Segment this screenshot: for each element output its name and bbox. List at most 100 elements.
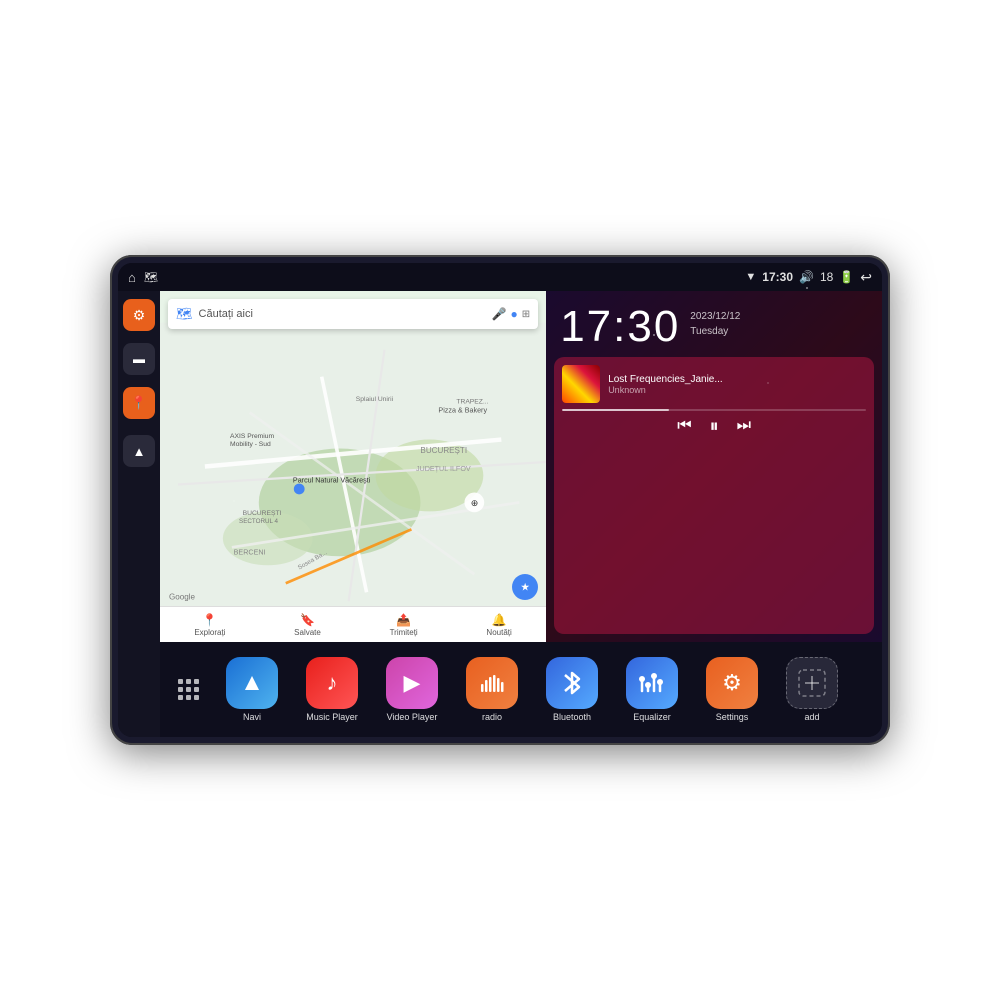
svg-text:Mobility - Sud: Mobility - Sud <box>230 441 271 448</box>
mic-icon[interactable]: 🎤 <box>492 307 507 321</box>
folder-icon: ▬ <box>133 352 145 366</box>
radio-label: radio <box>482 712 502 722</box>
map-send-btn[interactable]: 📤 Trimiteți <box>390 613 418 637</box>
bluetooth-icon <box>546 657 598 709</box>
dot <box>178 695 183 700</box>
sidebar-settings-btn[interactable]: ⚙ <box>123 299 155 331</box>
svg-text:Google: Google <box>169 592 196 601</box>
sidebar-maps-btn[interactable]: 📍 <box>123 387 155 419</box>
pause-btn[interactable]: ⏸ <box>710 417 719 435</box>
map-news-btn[interactable]: 🔔 Noutăți <box>486 613 511 637</box>
music-controls: ⏮ ⏸ ⏭ <box>562 417 866 435</box>
sidebar-folder-btn[interactable]: ▬ <box>123 343 155 375</box>
map-location-btn[interactable]: ★ <box>512 574 538 600</box>
dot <box>178 687 183 692</box>
app-settings[interactable]: ⚙ Settings <box>694 657 770 722</box>
svg-text:BUCUREȘTI: BUCUREȘTI <box>243 510 282 517</box>
clock-section: 17:30 2023/12/12 Tuesday <box>546 291 882 357</box>
dot <box>194 695 199 700</box>
settings-symbol: ⚙ <box>722 670 742 696</box>
top-section: BUCUREȘTI JUDEȚUL ILFOV BERCENI BUCUREȘT… <box>160 291 882 642</box>
dot <box>186 695 191 700</box>
back-icon[interactable]: ↩ <box>860 269 872 286</box>
svg-text:AXIS Premium: AXIS Premium <box>230 433 274 440</box>
map-search-text[interactable]: Căutați aici <box>199 308 486 320</box>
map-explore-btn[interactable]: 📍 Explorați <box>194 613 225 637</box>
next-track-btn[interactable]: ⏭ <box>737 418 751 434</box>
music-progress-bar[interactable] <box>562 409 866 411</box>
navi-side-icon: ▲ <box>133 444 146 459</box>
bluetooth-label: Bluetooth <box>553 712 591 722</box>
equalizer-icon <box>626 657 678 709</box>
news-icon: 🔔 <box>492 613 507 627</box>
video-player-icon: ▶ <box>386 657 438 709</box>
app-equalizer[interactable]: Equalizer <box>614 657 690 722</box>
home-icon[interactable]: ⌂ <box>128 270 136 285</box>
svg-text:Parcul Natural Văcărești: Parcul Natural Văcărești <box>293 477 371 485</box>
music-section: Lost Frequencies_Janie... Unknown ⏮ ⏸ ⏭ <box>554 357 874 634</box>
grid-menu-btn[interactable] <box>172 674 204 706</box>
explore-icon: 📍 <box>202 613 217 627</box>
signal-value: 18 <box>820 270 833 284</box>
account-icon[interactable]: ● <box>511 307 518 321</box>
app-video-player[interactable]: ▶ Video Player <box>374 657 450 722</box>
svg-text:SECTORUL 4: SECTORUL 4 <box>239 518 279 525</box>
navi-icon: ▲ <box>226 657 278 709</box>
status-bar: ⌂ 🗺 ▼ 17:30 🔊 18 🔋 ↩ <box>118 263 882 291</box>
explore-label: Explorați <box>194 628 225 637</box>
map-search-icons: 🎤 ● ⊞ <box>492 307 531 321</box>
svg-text:Splaiul Unirii: Splaiul Unirii <box>356 396 394 403</box>
day-value: Tuesday <box>690 324 740 339</box>
prev-track-btn[interactable]: ⏮ <box>677 418 691 434</box>
album-art-image <box>562 365 600 403</box>
app-bluetooth[interactable]: Bluetooth <box>534 657 610 722</box>
video-symbol: ▶ <box>404 670 421 696</box>
radio-waveform-icon <box>479 672 505 694</box>
music-text: Lost Frequencies_Janie... Unknown <box>608 374 866 395</box>
saved-icon: 🔖 <box>300 613 315 627</box>
dot <box>186 687 191 692</box>
settings-label: Settings <box>716 712 749 722</box>
map-search-bar[interactable]: 🗺 Căutați aici 🎤 ● ⊞ <box>168 299 538 329</box>
music-artist: Unknown <box>608 385 866 395</box>
svg-text:JUDEȚUL ILFOV: JUDEȚUL ILFOV <box>416 465 471 473</box>
left-sidebar: ⚙ ▬ 📍 ▲ <box>118 291 160 737</box>
app-navi[interactable]: ▲ Navi <box>214 657 290 722</box>
layers-icon[interactable]: ⊞ <box>522 309 530 320</box>
add-label: add <box>804 712 819 722</box>
sidebar-navi-btn[interactable]: ▲ <box>123 435 155 467</box>
svg-text:⊕: ⊕ <box>471 498 479 508</box>
music-player-label: Music Player <box>306 712 358 722</box>
status-left-icons: ⌂ 🗺 <box>128 270 158 285</box>
right-panel: 17:30 2023/12/12 Tuesday <box>546 291 882 642</box>
music-symbol: ♪ <box>327 670 338 696</box>
main-content: ⚙ ▬ 📍 ▲ <box>118 291 882 737</box>
settings-icon: ⚙ <box>706 657 758 709</box>
music-progress-fill <box>562 409 668 411</box>
app-radio[interactable]: radio <box>454 657 530 722</box>
map-container[interactable]: BUCUREȘTI JUDEȚUL ILFOV BERCENI BUCUREȘT… <box>160 291 546 642</box>
app-add[interactable]: add <box>774 657 850 722</box>
star-fab-icon: ★ <box>521 582 529 593</box>
eq-bars-icon <box>638 671 666 695</box>
app-music-player[interactable]: ♪ Music Player <box>294 657 370 722</box>
music-info-row: Lost Frequencies_Janie... Unknown <box>562 365 866 403</box>
date-value: 2023/12/12 <box>690 309 740 324</box>
album-art <box>562 365 600 403</box>
navi-symbol: ▲ <box>240 669 264 697</box>
maps-icon[interactable]: 🗺 <box>144 271 158 284</box>
center-right-area: BUCUREȘTI JUDEȚUL ILFOV BERCENI BUCUREȘT… <box>160 291 882 737</box>
screen: ⌂ 🗺 ▼ 17:30 🔊 18 🔋 ↩ ⚙ ▬ <box>118 263 882 737</box>
map-pin-side-icon: 📍 <box>131 395 147 411</box>
car-head-unit: ⌂ 🗺 ▼ 17:30 🔊 18 🔋 ↩ ⚙ ▬ <box>110 255 890 745</box>
map-saved-btn[interactable]: 🔖 Salvate <box>294 613 321 637</box>
map-bottom-bar: 📍 Explorați 🔖 Salvate 📤 Trimiteți <box>160 606 546 642</box>
dot <box>194 687 199 692</box>
music-player-icon: ♪ <box>306 657 358 709</box>
equalizer-label: Equalizer <box>633 712 671 722</box>
status-right-icons: ▼ 17:30 🔊 18 🔋 ↩ <box>745 269 872 286</box>
status-time: 17:30 <box>762 270 793 284</box>
svg-text:TRAPEZ...: TRAPEZ... <box>456 399 488 406</box>
clock-date: 2023/12/12 Tuesday <box>690 305 740 339</box>
dot <box>194 679 199 684</box>
